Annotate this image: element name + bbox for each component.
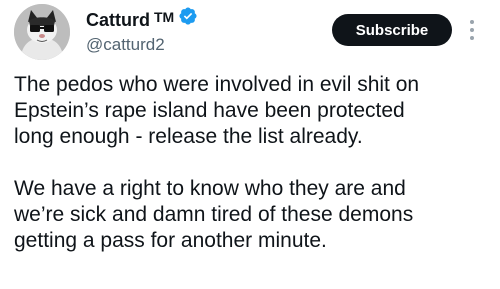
display-name-row[interactable]: Catturd TM: [86, 6, 198, 34]
tweet-paragraph: We have a right to know who they are and…: [14, 177, 414, 252]
cat-avatar-icon: [14, 4, 70, 60]
tweet-card: Catturd TM @catturd2 Subscribe The pedos …: [0, 0, 500, 289]
trademark-symbol: TM: [154, 9, 175, 25]
subscribe-button[interactable]: Subscribe: [332, 14, 452, 46]
verified-badge-icon: [178, 6, 198, 32]
more-options-icon[interactable]: [464, 16, 480, 44]
user-handle[interactable]: @catturd2: [86, 34, 165, 56]
display-name[interactable]: Catturd: [86, 10, 150, 30]
tweet-text: The pedos who were involved in evil shit…: [14, 72, 494, 254]
tweet-paragraph: The pedos who were involved in evil shit…: [14, 73, 420, 148]
avatar[interactable]: [14, 4, 70, 60]
